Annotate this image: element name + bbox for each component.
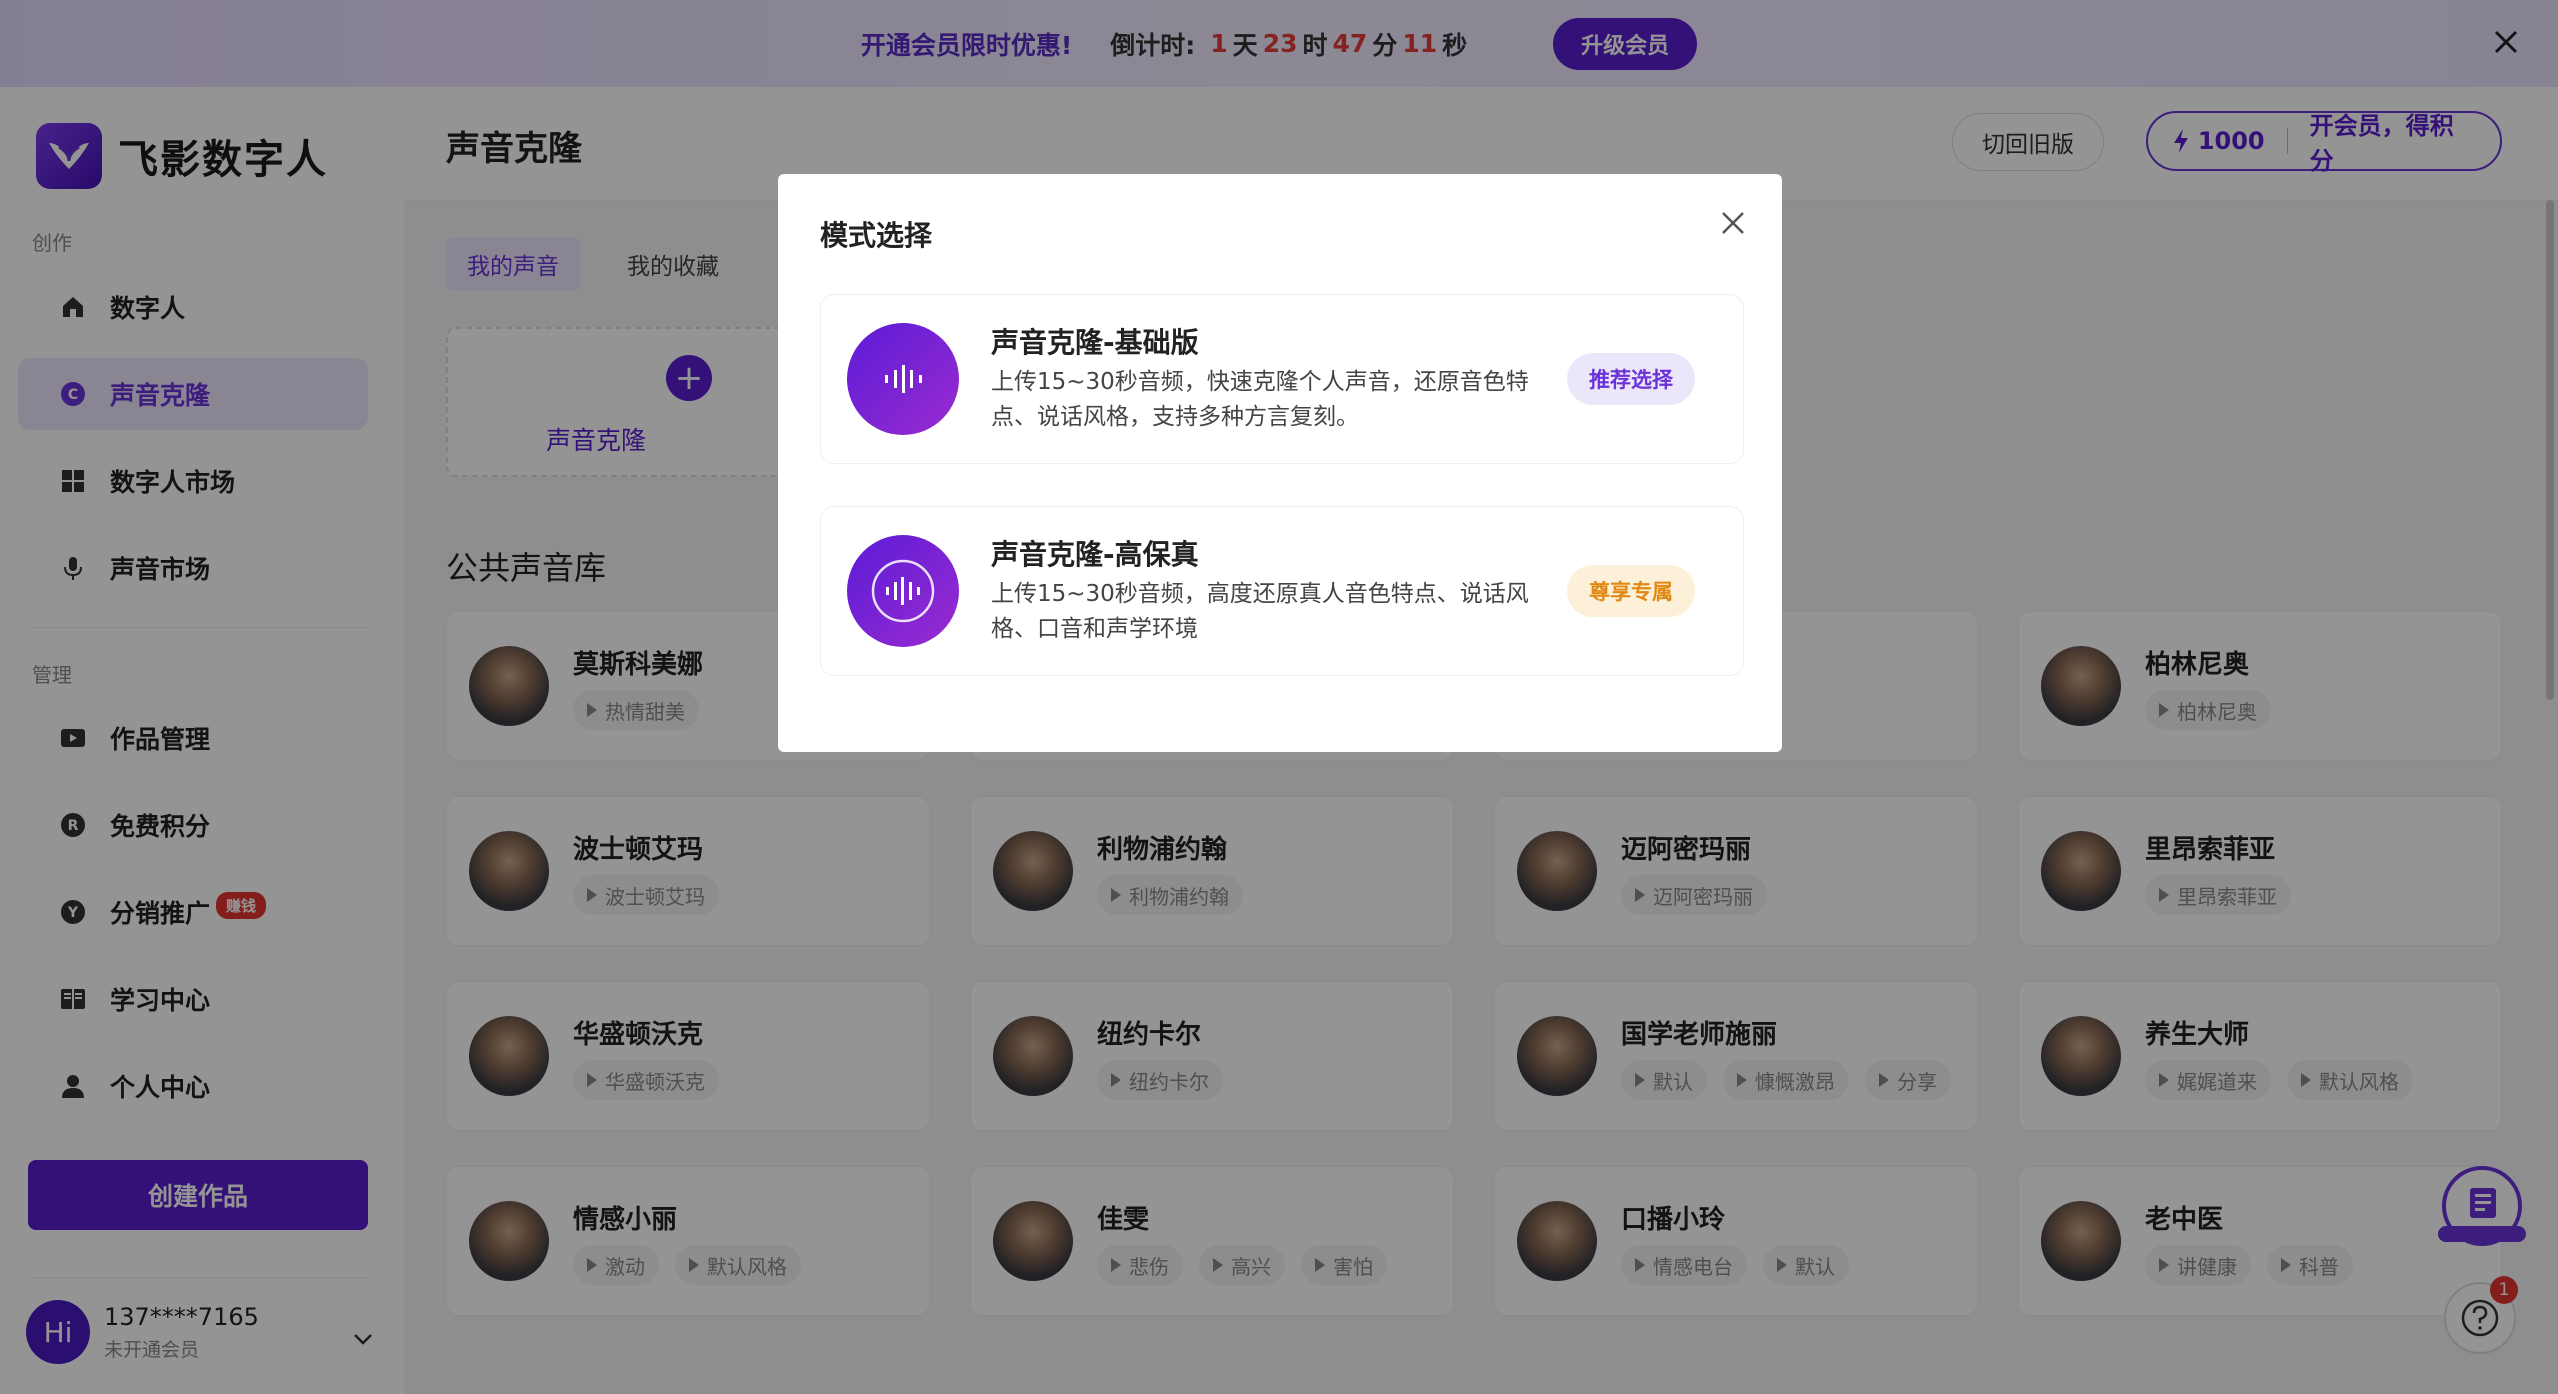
recommend-badge: 推荐选择 (1567, 353, 1695, 405)
option-description: 上传15~30秒音频，高度还原真人音色特点、说话风格、口音和声学环境 (991, 581, 1529, 642)
option-hifi[interactable]: 声音克隆-高保真 上传15~30秒音频，高度还原真人音色特点、说话风格、口音和声… (820, 506, 1744, 676)
option-title: 声音克隆-基础版 (991, 326, 1199, 359)
waveform-ring-icon (847, 535, 959, 647)
vip-badge: 尊享专属 (1567, 565, 1695, 617)
mode-select-modal: 模式选择 声音克隆-基础版 上传15~30秒音频，快速克隆个人声音，还原音色特点… (778, 174, 1782, 752)
option-title: 声音克隆-高保真 (991, 538, 1199, 571)
modal-title: 模式选择 (820, 219, 933, 252)
close-icon[interactable] (1716, 206, 1750, 240)
option-description: 上传15~30秒音频，快速克隆个人声音，还原音色特点、说话风格，支持多种方言复刻… (991, 369, 1529, 430)
option-basic[interactable]: 声音克隆-基础版 上传15~30秒音频，快速克隆个人声音，还原音色特点、说话风格… (820, 294, 1744, 464)
waveform-icon (847, 323, 959, 435)
